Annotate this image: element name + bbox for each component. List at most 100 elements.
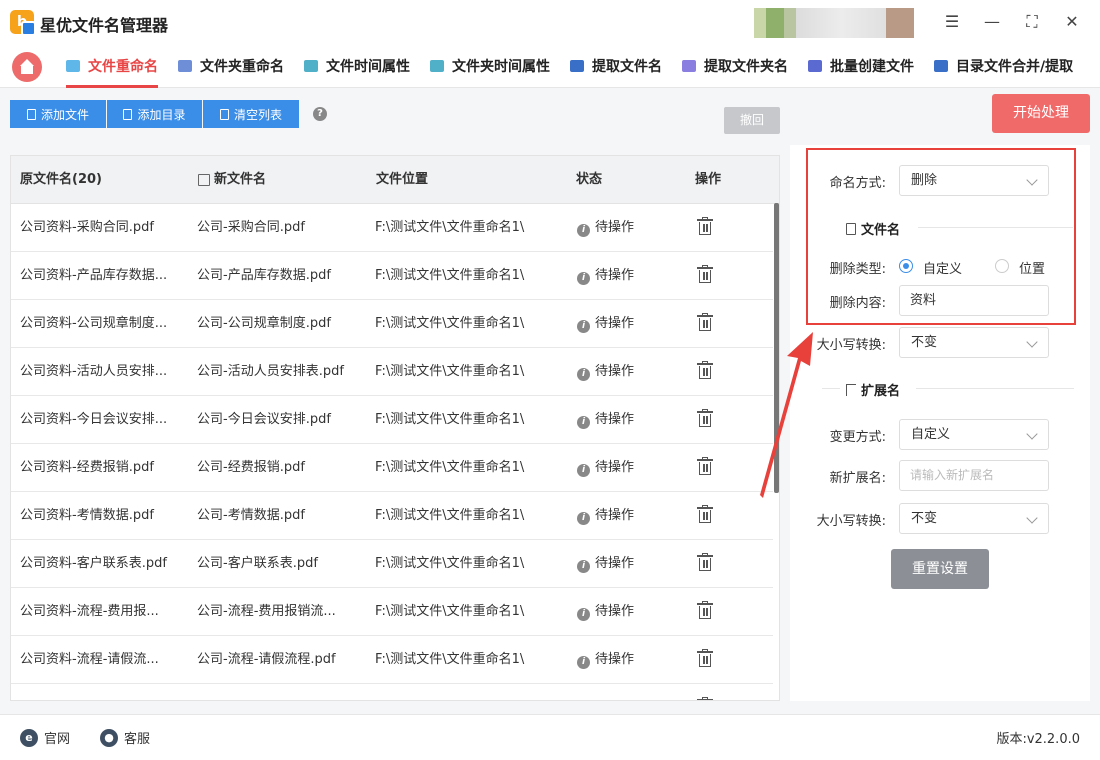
cell-new-name: 公司-流程-请假流程.pdf [197,652,336,667]
tab-bar: 文件重命名 文件夹重命名 文件时间属性 文件夹时间属性 提取文件名 提取文件夹名… [0,46,1100,88]
start-processing-button[interactable]: 开始处理 [992,94,1090,133]
chat-icon: ● [100,728,118,747]
cell-original-name: 公司资料-今日会议安排... [20,412,168,427]
add-directory-button[interactable]: 添加目录 [107,100,202,128]
extension-section-title: 扩展名 [846,380,900,399]
tab-file-time[interactable]: 文件时间属性 [304,46,410,86]
add-file-button[interactable]: 添加文件 [10,100,106,128]
tab-merge-extract[interactable]: 目录文件合并/提取 [934,46,1073,86]
cell-new-name: 公司-公司规章制度.pdf [197,316,331,331]
cell-status: i 待操作 [577,300,634,348]
service-link[interactable]: ● 客服 [100,728,150,747]
cell-new-name: 公司-今日会议安排.pdf [197,412,331,427]
delete-row-icon[interactable] [697,505,713,524]
chevron-down-icon [1026,512,1038,524]
table-row[interactable]: 公司资料-流程-请假流... 公司-流程-请假流程.pdf F:\测试文件\文件重命… [11,636,773,684]
info-icon: i [577,416,590,429]
tab-folder-time[interactable]: 文件夹时间属性 [430,46,550,86]
cell-status: i 待操作 [577,444,634,492]
extension-case-label: 大小写转换: [816,514,886,529]
table-row[interactable]: 公司资料-考情数据.pdf 公司-考情数据.pdf F:\测试文件\文件重命名1\ i… [11,492,773,540]
app-logo-icon: b [10,10,36,36]
website-link[interactable]: e 官网 [20,728,70,747]
info-icon: i [577,320,590,333]
table-row[interactable]: 公司资料-活动人员安排... 公司-活动人员安排表.pdf F:\测试文件\文件重命… [11,348,773,396]
delete-row-icon[interactable] [697,313,713,332]
case-conversion-select[interactable]: 不变 [899,327,1049,358]
title-bar: b 星优文件名管理器 ☰ — ⛶ ✕ [0,0,1100,46]
home-icon[interactable] [12,52,42,82]
delete-row-icon[interactable] [697,697,713,700]
maximize-icon[interactable]: ⛶ [1021,11,1043,33]
status-bar: e 官网 ● 客服 版本:v2.2.0.0 [0,714,1100,760]
cell-original-name: 公司资料-采购合同.pdf [20,220,154,235]
header-location: 文件位置 [376,172,429,187]
cell-new-name: 公司-考情数据.pdf [197,508,305,523]
delete-row-icon[interactable] [697,265,713,284]
cell-new-name: 公司-经费报销.pdf [197,460,305,475]
minimize-icon[interactable]: — [981,11,1003,33]
folder-time-icon [430,60,444,72]
delete-row-icon[interactable] [697,553,713,572]
website-icon: e [20,728,38,747]
table-row[interactable]: 公司资料-产品库存数据... 公司-产品库存数据.pdf F:\测试文件\文件重命名… [11,252,773,300]
header-status: 状态 [576,172,603,187]
undo-button[interactable]: 撤回 [724,107,780,134]
table-row[interactable]: 公司资料-流程-费用报... 公司-流程-费用报销流... F:\测试文件\文件重命… [11,588,773,636]
table-row[interactable]: 公司资料-今日会议安排... 公司-今日会议安排.pdf F:\测试文件\文件重命名… [11,396,773,444]
file-icon [26,108,36,120]
change-method-select[interactable]: 自定义 [899,419,1049,450]
table-row[interactable]: 公司资料-客户联系表.pdf 公司-客户联系表.pdf F:\测试文件\文件重命名1… [11,540,773,588]
clear-list-button[interactable]: 清空列表 [203,100,299,128]
tab-folder-rename[interactable]: 文件夹重命名 [178,46,284,86]
cell-location: F:\测试文件\文件重命名1\ [375,364,525,379]
cell-original-name: 公司资料-经费报销.pdf [20,460,154,475]
tab-extract-foldername[interactable]: 提取文件夹名 [682,46,788,86]
cell-status: i 待操作 [577,588,634,636]
tab-file-rename[interactable]: 文件重命名 [66,46,158,88]
cell-location: F:\测试文件\文件重命名1\ [375,412,525,427]
header-action: 操作 [695,172,722,187]
delete-row-icon[interactable] [697,409,713,428]
cell-status: i 待操作 [577,540,634,588]
table-row[interactable]: 公司资料-经费报销.pdf 公司-经费报销.pdf F:\测试文件\文件重命名1\ i… [11,444,773,492]
close-icon[interactable]: ✕ [1061,11,1083,33]
delete-row-icon[interactable] [697,217,713,236]
cell-original-name: 公司资料-考情数据.pdf [20,508,154,523]
settings-icon[interactable]: ☰ [941,11,963,33]
cell-location: F:\测试文件\文件重命名1\ [375,508,525,523]
info-icon: i [577,368,590,381]
info-icon: i [577,464,590,477]
help-icon[interactable]: ? [313,107,327,121]
info-icon: i [577,224,590,237]
delete-row-icon[interactable] [697,361,713,380]
delete-row-icon[interactable] [697,601,713,620]
cell-status: i 待操作 [577,252,634,300]
user-avatar[interactable] [754,8,924,38]
delete-row-icon[interactable] [697,457,713,476]
extract-foldername-icon [682,60,696,72]
cell-location: F:\测试文件\文件重命名1\ [375,220,525,235]
extract-filename-icon [570,60,584,72]
extension-case-select[interactable]: 不变 [899,503,1049,534]
cell-new-name: 公司-活动人员安排表.pdf [197,364,344,379]
table-row[interactable] [11,684,773,700]
cell-location: F:\测试文件\文件重命名1\ [375,460,525,475]
highlight-box [806,148,1076,325]
cell-new-name: 公司-采购合同.pdf [197,220,305,235]
flag-icon [846,383,856,396]
delete-row-icon[interactable] [697,649,713,668]
cell-status: i 待操作 [577,348,634,396]
tab-extract-filename[interactable]: 提取文件名 [570,46,662,86]
section-divider-right [916,388,1074,389]
table-row[interactable]: 公司资料-采购合同.pdf 公司-采购合同.pdf F:\测试文件\文件重命名1\ i… [11,204,773,252]
folder-icon [123,108,133,120]
cell-location: F:\测试文件\文件重命名1\ [375,604,525,619]
cell-location: F:\测试文件\文件重命名1\ [375,652,525,667]
table-row[interactable]: 公司资料-公司规章制度... 公司-公司规章制度.pdf F:\测试文件\文件重命名… [11,300,773,348]
new-extension-input[interactable]: 请输入新扩展名 [899,460,1049,491]
tab-batch-create[interactable]: 批量创建文件 [808,46,914,86]
reset-settings-button[interactable]: 重置设置 [891,549,989,589]
cell-location: F:\测试文件\文件重命名1\ [375,556,525,571]
folder-rename-icon [178,60,192,72]
